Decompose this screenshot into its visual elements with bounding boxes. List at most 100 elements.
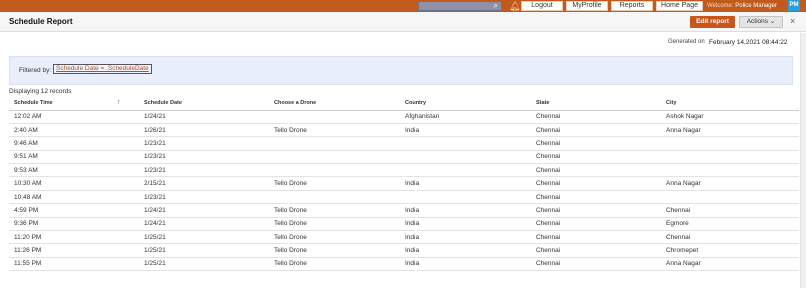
column-header-country[interactable]: Country <box>400 97 531 111</box>
table-cell: 1/25/21 <box>139 257 269 272</box>
filter-label: Filtered by: <box>19 67 52 74</box>
search-input[interactable]: ⌕ <box>418 1 502 11</box>
table-cell: Chennai <box>531 257 661 272</box>
table-cell: 2:40 AM <box>9 123 139 138</box>
table-cell <box>661 136 799 151</box>
table-cell: Anna Nagar <box>661 123 799 138</box>
table-cell <box>400 163 531 178</box>
table-cell: Chennai <box>531 230 661 245</box>
column-header-state[interactable]: State <box>531 97 661 111</box>
table-cell: Chennai <box>531 217 661 232</box>
table-cell: India <box>400 203 531 218</box>
table-cell: Chennai <box>531 123 661 138</box>
logout-button[interactable]: Logout <box>521 1 563 11</box>
table-row[interactable]: 12:02 AM 1/24/21 Afghanistan Chennai Ashok N… <box>9 110 799 124</box>
table-row[interactable]: 10:30 AM 2/15/21 Tello Drone India Chennai An… <box>9 176 799 191</box>
table-row[interactable]: 10:48 AM 1/23/21 Chennai <box>9 190 799 205</box>
table-cell: 1/24/21 <box>139 110 269 124</box>
table-cell: Egmore <box>661 217 799 232</box>
table-cell: 11:55 PM <box>9 257 139 272</box>
actions-button[interactable]: Actions ⌄ <box>739 16 783 28</box>
reports-button[interactable]: Reports <box>611 1 653 11</box>
table-cell: 1/23/21 <box>139 163 269 178</box>
table-cell: Chennai <box>531 203 661 218</box>
table-cell: Chennai <box>661 203 799 218</box>
table-cell: 9:36 PM <box>9 217 139 232</box>
edit-report-button[interactable]: Edit report <box>690 16 735 28</box>
avatar[interactable]: PM <box>788 0 800 11</box>
table-row[interactable]: 9:36 PM 1/24/21 Tello Drone India Chennai Egm… <box>9 217 799 232</box>
search-icon[interactable]: ⌕ <box>494 1 498 11</box>
top-bar: ⌕ 🔔︎ Logout MyProfile Reports Home Page … <box>0 0 806 12</box>
table-cell: India <box>400 123 531 138</box>
table-cell <box>269 136 400 151</box>
vertical-scrollbar[interactable] <box>800 33 806 288</box>
table-cell: 9:51 AM <box>9 150 139 165</box>
table-cell: Chennai <box>661 230 799 245</box>
welcome-text: Welcome: Police Manager <box>707 0 777 12</box>
table-cell: Chennai <box>531 136 661 151</box>
close-icon[interactable]: × <box>790 15 795 27</box>
myprofile-button[interactable]: MyProfile <box>566 1 608 11</box>
table-cell: India <box>400 243 531 258</box>
table-cell: Anna Nagar <box>661 257 799 272</box>
table-cell: Tello Drone <box>269 203 400 218</box>
table-cell <box>661 190 799 205</box>
table-cell: Chromepet <box>661 243 799 258</box>
home-page-button[interactable]: Home Page <box>656 1 703 11</box>
table-row[interactable]: 11:55 PM 1/25/21 Tello Drone India Chennai An… <box>9 257 799 272</box>
table-cell: Chennai <box>531 243 661 258</box>
filter-panel: Filtered by: Schedule Date = .ScheduleDa… <box>9 56 793 85</box>
table-cell: Tello Drone <box>269 230 400 245</box>
table-row[interactable]: 9:53 AM 1/23/21 Chennai <box>9 163 799 178</box>
table-row[interactable]: 4:59 PM 1/24/21 Tello Drone India Chennai Che… <box>9 203 799 218</box>
bell-icon[interactable]: 🔔︎ <box>509 0 520 12</box>
table-cell <box>269 110 400 124</box>
table-cell <box>661 150 799 165</box>
table-cell: Tello Drone <box>269 217 400 232</box>
table-cell: 2/15/21 <box>139 176 269 191</box>
table-cell: 9:53 AM <box>9 163 139 178</box>
table-cell: Tello Drone <box>269 257 400 272</box>
column-header-schedule-date[interactable]: Schedule Date <box>139 97 269 111</box>
table-cell: Chennai <box>531 110 661 124</box>
table-cell <box>269 163 400 178</box>
table-cell: Tello Drone <box>269 123 400 138</box>
table-cell: 1/23/21 <box>139 136 269 151</box>
table-cell <box>400 190 531 205</box>
filter-link[interactable]: Schedule Date = .ScheduleDate <box>53 64 152 74</box>
table-cell: 10:48 AM <box>9 190 139 205</box>
table-cell: 1/23/21 <box>139 190 269 205</box>
table-cell: India <box>400 217 531 232</box>
table-cell <box>269 190 400 205</box>
table-cell: Chennai <box>531 163 661 178</box>
table-cell <box>269 150 400 165</box>
table-cell: 10:30 AM <box>9 176 139 191</box>
table-cell: Ashok Nagar <box>661 110 799 124</box>
table-row[interactable]: 11:20 PM 1/25/21 Tello Drone India Chennai Ch… <box>9 230 799 245</box>
page-title: Schedule Report <box>9 17 73 26</box>
generated-value: February 14,2021 08:44:22 <box>709 39 788 46</box>
actions-label: Actions <box>746 18 769 25</box>
table-cell: 9:46 AM <box>9 136 139 151</box>
table-cell: Chennai <box>531 176 661 191</box>
table-row[interactable]: 11:26 PM 1/25/21 Tello Drone India Chennai Ch… <box>9 243 799 258</box>
table-cell: 1/25/21 <box>139 230 269 245</box>
table-cell: 1/24/21 <box>139 217 269 232</box>
table-cell: 4:59 PM <box>9 203 139 218</box>
table-row[interactable]: 9:46 AM 1/23/21 Chennai <box>9 136 799 151</box>
table-cell: 11:26 PM <box>9 243 139 258</box>
table-row[interactable]: 9:51 AM 1/23/21 Chennai <box>9 150 799 165</box>
table-cell: Chennai <box>531 150 661 165</box>
table-cell: Tello Drone <box>269 176 400 191</box>
report-table: Schedule Time ↑ Schedule Date Choose a D… <box>9 97 799 272</box>
table-cell <box>400 150 531 165</box>
table-cell: 1/25/21 <box>139 243 269 258</box>
column-header-schedule-time[interactable]: Schedule Time ↑ <box>9 97 139 111</box>
sort-ascending-icon[interactable]: ↑ <box>117 99 121 106</box>
table-header-row: Schedule Time ↑ Schedule Date Choose a D… <box>9 97 799 111</box>
column-header-choose-a-drone[interactable]: Choose a Drone <box>269 97 400 111</box>
column-header-city[interactable]: City <box>661 97 799 111</box>
table-cell <box>400 136 531 151</box>
table-row[interactable]: 2:40 AM 1/26/21 Tello Drone India Chennai Ann… <box>9 123 799 138</box>
